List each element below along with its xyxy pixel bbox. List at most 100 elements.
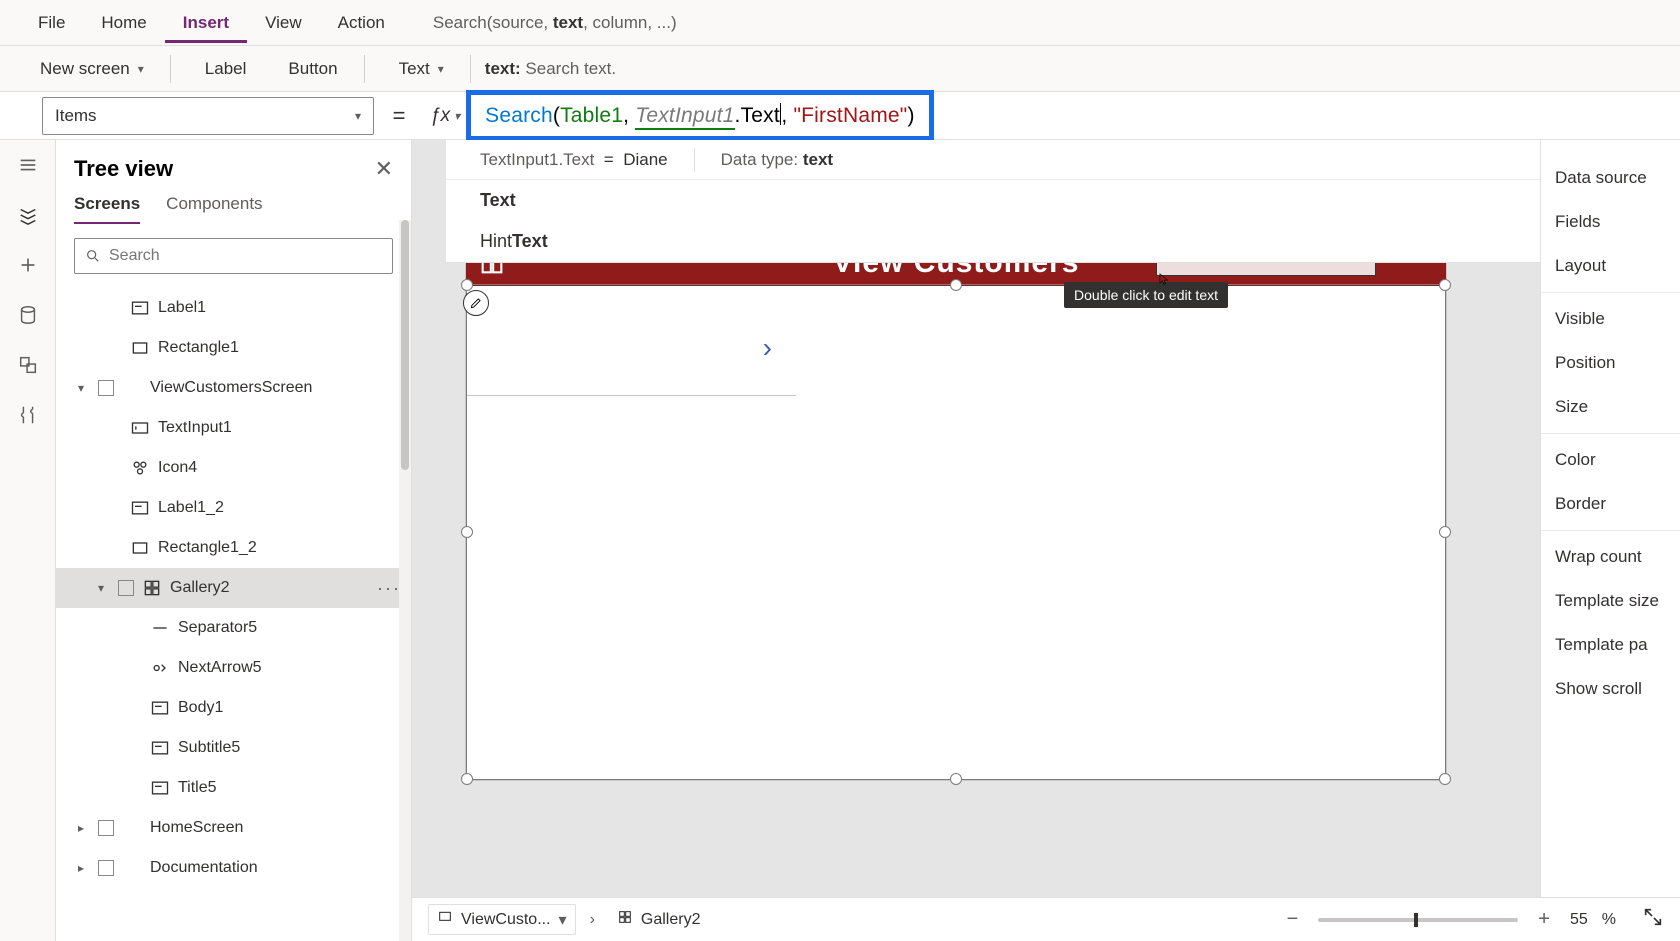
tree-node-label: Separator5 — [178, 619, 257, 637]
breadcrumb-control[interactable]: Gallery2 — [609, 905, 709, 934]
chevron-right-icon: › — [590, 911, 595, 929]
tab-screens[interactable]: Screens — [74, 194, 140, 224]
prop-data-source[interactable]: Data source — [1555, 156, 1680, 200]
database-icon[interactable] — [17, 304, 39, 326]
prop-visible[interactable]: Visible — [1555, 297, 1680, 341]
tree-node-label: TextInput1 — [158, 419, 232, 437]
prop-layout[interactable]: Layout — [1555, 244, 1680, 288]
tree-node-rectangle1_2[interactable]: Rectangle1_2 — [56, 528, 411, 568]
menu-view[interactable]: View — [247, 3, 320, 43]
resize-handle[interactable] — [461, 279, 473, 291]
status-bar: ViewCusto... ▾ › Gallery2 − + 55 % — [412, 897, 1680, 941]
breadcrumb-screen[interactable]: ViewCusto... ▾ — [428, 904, 576, 935]
zoom-in-button[interactable]: + — [1532, 908, 1556, 931]
label-icon — [150, 738, 170, 758]
tree-node-separator5[interactable]: Separator5 — [56, 608, 411, 648]
prop-size[interactable]: Size — [1555, 385, 1680, 429]
screen-icon — [122, 378, 142, 398]
tools-icon[interactable] — [17, 404, 39, 426]
tree-view-title: Tree view — [74, 156, 173, 182]
zoom-value: 55 — [1570, 911, 1588, 929]
resize-handle[interactable] — [1439, 526, 1451, 538]
tree-search[interactable] — [74, 238, 393, 274]
close-icon[interactable]: ✕ — [375, 156, 393, 182]
tree-node-title5[interactable]: Title5 — [56, 768, 411, 808]
checkbox[interactable] — [98, 380, 114, 396]
scrollbar[interactable] — [399, 220, 411, 941]
more-icon[interactable]: ··· — [377, 578, 401, 599]
prop-border[interactable]: Border — [1555, 482, 1680, 526]
cursor-arrow-icon — [1157, 270, 1171, 288]
text-button[interactable]: Abc Text ▾ — [379, 53, 456, 85]
resize-handle[interactable] — [950, 773, 962, 785]
new-screen-button[interactable]: New screen ▾ — [20, 53, 156, 85]
tree-node-subtitle5[interactable]: Subtitle5 — [56, 728, 411, 768]
checkbox[interactable] — [98, 820, 114, 836]
checkbox[interactable] — [98, 860, 114, 876]
tree-search-input[interactable] — [109, 247, 382, 265]
tree-node-label1_2[interactable]: Label1_2 — [56, 488, 411, 528]
tree-node-nextarrow5[interactable]: NextArrow5 — [56, 648, 411, 688]
resize-handle[interactable] — [461, 773, 473, 785]
tree-node-label: Subtitle5 — [178, 739, 240, 757]
resize-handle[interactable] — [1439, 279, 1451, 291]
resize-handle[interactable] — [1439, 773, 1451, 785]
checkbox[interactable] — [118, 580, 134, 596]
text-icon — [130, 418, 150, 438]
tree-node-textinput1[interactable]: TextInput1 — [56, 408, 411, 448]
tree-node-rectangle1[interactable]: Rectangle1 — [56, 328, 411, 368]
param-hint: text: Search text. — [485, 59, 616, 79]
screen-icon — [122, 818, 142, 838]
tree-node-gallery2[interactable]: ▾Gallery2··· — [56, 568, 411, 608]
chevron-icon[interactable]: ▸ — [72, 861, 90, 875]
hamburger-icon[interactable] — [17, 154, 39, 176]
rect-icon — [130, 538, 150, 558]
menu-home[interactable]: Home — [83, 3, 164, 43]
intellisense-option-hinttext[interactable]: HintText — [446, 221, 1540, 262]
chevron-down-icon: ▾ — [559, 910, 567, 930]
tree-node-label: Title5 — [178, 779, 217, 797]
prop-position[interactable]: Position — [1555, 341, 1680, 385]
tab-components[interactable]: Components — [166, 194, 262, 224]
tree-node-label: Rectangle1 — [158, 339, 239, 357]
resize-handle[interactable] — [950, 279, 962, 291]
equals-sign: = — [374, 103, 424, 129]
property-selector[interactable]: Items ▾ — [42, 97, 374, 135]
menu-action[interactable]: Action — [320, 3, 403, 43]
chevron-icon[interactable]: ▸ — [72, 821, 90, 835]
edit-pencil-icon[interactable] — [463, 290, 489, 316]
expand-icon[interactable] — [1642, 906, 1664, 933]
tree-node-documentation[interactable]: ▸Documentation — [56, 848, 411, 888]
prop-fields[interactable]: Fields — [1555, 200, 1680, 244]
prop-template-pa[interactable]: Template pa — [1555, 623, 1680, 667]
chevron-icon[interactable]: ▾ — [72, 381, 90, 395]
tree-node-homescreen[interactable]: ▸HomeScreen — [56, 808, 411, 848]
fx-label[interactable]: ƒx ▾ — [424, 105, 466, 127]
menu-file[interactable]: File — [20, 3, 83, 43]
tree-node-body1[interactable]: Body1 — [56, 688, 411, 728]
label-button[interactable]: Label — [185, 53, 259, 85]
plus-icon[interactable] — [17, 254, 39, 276]
canvas-area[interactable]: TextInput1.Text = Diane Data type: text … — [412, 140, 1540, 941]
app-screen-preview[interactable]: View Customers › Double click to edit te… — [466, 240, 1446, 780]
prop-color[interactable]: Color — [1555, 438, 1680, 482]
zoom-slider[interactable] — [1318, 918, 1518, 922]
intellisense-option-text[interactable]: Text — [446, 180, 1540, 221]
prop-wrap-count[interactable]: Wrap count — [1555, 535, 1680, 579]
resize-handle[interactable] — [461, 526, 473, 538]
tree-node-label1[interactable]: Label1 — [56, 288, 411, 328]
tree-node-icon4[interactable]: Icon4 — [56, 448, 411, 488]
media-icon[interactable] — [17, 354, 39, 376]
button-button[interactable]: Button — [268, 53, 349, 85]
menu-insert[interactable]: Insert — [165, 3, 247, 43]
tree-node-viewcustomersscreen[interactable]: ▾ViewCustomersScreen — [56, 368, 411, 408]
tree-view-icon[interactable] — [17, 204, 39, 226]
prop-show-scroll[interactable]: Show scroll — [1555, 667, 1680, 711]
zoom-out-button[interactable]: − — [1281, 908, 1305, 931]
sep-icon — [150, 618, 170, 638]
prop-template-size[interactable]: Template size — [1555, 579, 1680, 623]
separator — [364, 55, 365, 83]
formula-bar[interactable]: Search(Table1, TextInput1.Text, "FirstNa… — [466, 90, 934, 141]
chevron-icon[interactable]: ▾ — [92, 581, 110, 595]
separator — [470, 55, 471, 83]
